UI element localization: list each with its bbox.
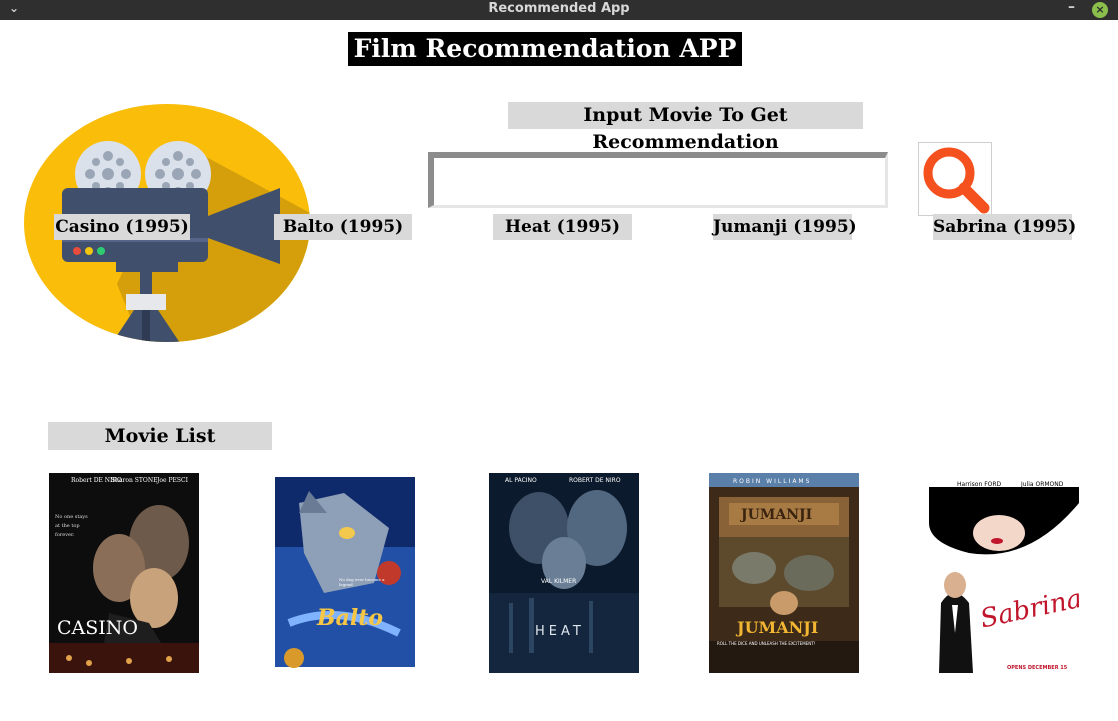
poster-title: HEAT: [535, 624, 585, 639]
movie-poster-casino[interactable]: Robert DE NIRO Sharon STONE Joe PESCI No…: [49, 473, 199, 673]
window-titlebar: ⌄ Recommended App – ×: [0, 0, 1118, 20]
movie-poster-jumanji[interactable]: ROBIN WILLIAMS JUMANJI JUMANJI ROLL THE …: [709, 473, 859, 673]
poster-title: CASINO: [57, 617, 138, 639]
movie-title-heat: Heat (1995): [493, 214, 632, 240]
movie-poster-sabrina[interactable]: Harrison FORD Julia ORMOND Sabrina OPENS…: [929, 473, 1079, 673]
search-icon: [923, 147, 990, 214]
movie-card-balto[interactable]: No dog ever became a legend Balto: [269, 473, 419, 673]
movie-title-casino: Casino (1995): [54, 214, 190, 240]
poster-credit: Harrison FORD: [957, 481, 1002, 488]
poster-tagline: No dog ever became a legend: [339, 577, 385, 587]
poster-title-bottom: JUMANJI: [735, 618, 818, 637]
movie-title-jumanji: Jumanji (1995): [713, 214, 857, 240]
poster-tagline: ROLL THE DICE AND UNLEASH THE EXCITEMENT…: [717, 641, 815, 646]
poster-credit: Sharon STONE: [111, 477, 157, 484]
poster-credit: ROBERT DE NIRO: [569, 477, 621, 484]
minimize-icon[interactable]: –: [1068, 0, 1075, 15]
poster-credit: VAL KILMER: [541, 578, 576, 585]
poster-tagline: OPENS DECEMBER 15: [1007, 665, 1068, 671]
poster-credit: Julia ORMOND: [1020, 481, 1064, 488]
poster-title: JUMANJI: [739, 507, 812, 523]
movie-poster-balto[interactable]: No dog ever became a legend Balto: [269, 473, 419, 673]
movie-title-balto: Balto (1995): [274, 214, 412, 240]
poster-title: Balto: [316, 605, 383, 631]
movie-card-sabrina[interactable]: Harrison FORD Julia ORMOND Sabrina OPENS…: [929, 473, 1079, 673]
movie-list-heading: Movie List: [48, 422, 272, 450]
search-button[interactable]: [918, 142, 992, 216]
window-title: Recommended App: [488, 1, 630, 16]
poster-credit: AL PACINO: [505, 477, 537, 484]
movie-poster-heat[interactable]: AL PACINO ROBERT DE NIRO VAL KILMER HEAT: [489, 473, 639, 673]
poster-tagline: No one stays at the top forever.: [55, 514, 88, 538]
movie-card-jumanji[interactable]: ROBIN WILLIAMS JUMANJI JUMANJI ROLL THE …: [709, 473, 859, 673]
movie-card-casino[interactable]: Robert DE NIRO Sharon STONE Joe PESCI No…: [49, 473, 199, 673]
app-title: Film Recommendation APP: [348, 32, 742, 66]
poster-credit: Joe PESCI: [156, 477, 189, 484]
search-prompt-label: Input Movie To Get Recommendation: [508, 102, 863, 153]
poster-credit: ROBIN WILLIAMS: [733, 478, 811, 485]
movie-search-input[interactable]: [428, 152, 888, 208]
close-icon[interactable]: ×: [1092, 2, 1108, 18]
movie-title-sabrina: Sabrina (1995): [933, 214, 1076, 240]
movie-card-heat[interactable]: AL PACINO ROBERT DE NIRO VAL KILMER HEAT: [489, 473, 639, 673]
